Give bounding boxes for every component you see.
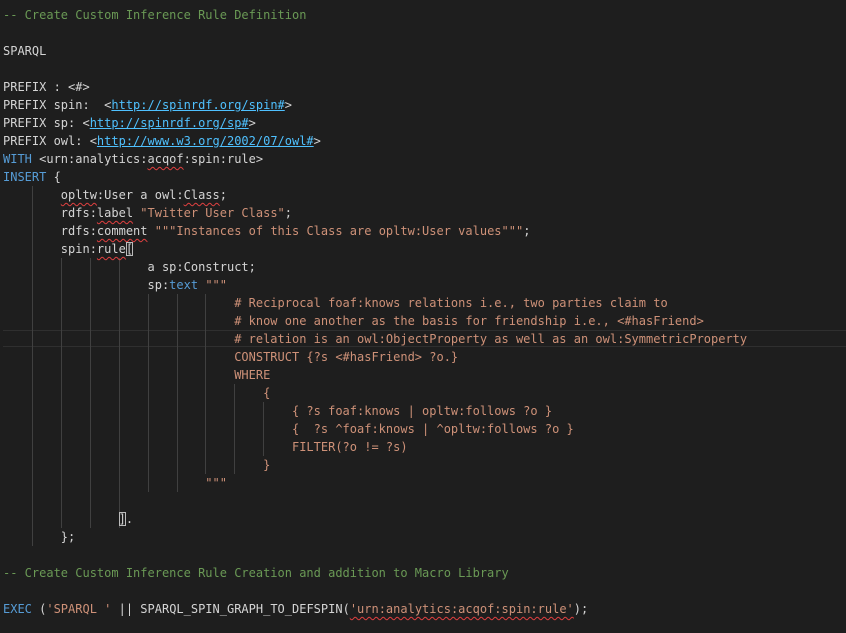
code-token: INSERT — [3, 170, 47, 184]
code-link[interactable]: http://spinrdf.org/sp# — [90, 116, 249, 130]
code-token: # Reciprocal foaf:knows relations i.e., … — [3, 296, 668, 310]
code-token: """ — [3, 476, 227, 490]
code-token: acqof — [147, 152, 184, 166]
code-token: PREFIX owl: < — [3, 134, 97, 148]
code-line: rdfs:label "Twitter User Class"; — [3, 204, 846, 222]
code-line: } — [3, 456, 846, 474]
code-token: ); — [573, 602, 589, 616]
code-token: # know one another as the basis for frie… — [3, 314, 704, 328]
code-token: :User a owl: — [96, 188, 184, 202]
code-line: # know one another as the basis for frie… — [3, 312, 846, 330]
code-token: label — [96, 206, 134, 220]
code-token: . — [125, 512, 134, 526]
code-token: 'urn:analytics:acqof:spin:rule' — [349, 602, 574, 616]
code-token: ; — [523, 224, 531, 238]
code-token: || SPARQL_SPIN_GRAPH_TO_DEFSPIN( — [111, 602, 350, 616]
code-line: CONSTRUCT {?s <#hasFriend> ?o.} — [3, 348, 846, 366]
code-token: { — [3, 386, 271, 400]
code-line: ]. — [3, 510, 846, 528]
code-token: SPARQL — [3, 44, 47, 58]
code-token: WITH — [3, 152, 32, 166]
code-token: > — [248, 116, 256, 130]
code-link[interactable]: http://www.w3.org/2002/07/owl# — [97, 134, 314, 148]
code-token: { ?s ^foaf:knows | ^opltw:follows ?o } — [3, 422, 574, 436]
code-token: }; — [3, 530, 76, 544]
code-token: rule — [96, 242, 126, 256]
code-token: sp: — [3, 278, 170, 292]
code-line: { ?s ^foaf:knows | ^opltw:follows ?o } — [3, 420, 846, 438]
code-token: EXEC — [3, 602, 32, 616]
code-token: ( — [31, 602, 47, 616]
code-token: opltw — [60, 188, 97, 202]
code-token: text — [169, 278, 199, 292]
code-token: [ — [125, 242, 134, 256]
code-token: -- Create Custom Inference Rule Definiti… — [3, 8, 307, 22]
code-token: ; — [219, 188, 227, 202]
code-token: """ — [205, 278, 227, 292]
code-token: # relation is an owl:ObjectProperty as w… — [3, 332, 748, 346]
code-token: spin: — [3, 242, 97, 256]
code-token: { — [46, 170, 61, 184]
code-line: a sp:Construct; — [3, 258, 846, 276]
code-line: rdfs:comment """Instances of this Class … — [3, 222, 846, 240]
code-line: sp:text """ — [3, 276, 846, 294]
code-token: rdfs: — [3, 224, 97, 238]
code-line: PREFIX spin: <http://spinrdf.org/spin#> — [3, 96, 846, 114]
code-line: opltw:User a owl:Class; — [3, 186, 846, 204]
code-line: SPARQL — [3, 42, 846, 60]
code-token: :spin:rule> — [183, 152, 264, 166]
code-line: WITH <urn:analytics:acqof:spin:rule> — [3, 150, 846, 168]
code-line: -- Create Custom Inference Rule Definiti… — [3, 6, 846, 24]
code-line: }; — [3, 528, 846, 546]
code-token: CONSTRUCT {?s <#hasFriend> ?o.} — [3, 350, 459, 364]
code-token: PREFIX sp: < — [3, 116, 90, 130]
code-token: ; — [284, 206, 293, 220]
code-line: EXEC ('SPARQL ' || SPARQL_SPIN_GRAPH_TO_… — [3, 600, 846, 618]
code-line: WHERE — [3, 366, 846, 384]
code-token: 'SPARQL ' — [46, 602, 112, 616]
code-line: { — [3, 384, 846, 402]
code-token: comment — [96, 224, 148, 238]
code-line: spin:rule[ — [3, 240, 846, 258]
code-line: -- Create Custom Inference Rule Creation… — [3, 564, 846, 582]
code-token: FILTER(?o != ?s) — [3, 440, 408, 454]
code-token: """Instances of this Class are opltw:Use… — [154, 224, 524, 238]
code-line: INSERT { — [3, 168, 846, 186]
code-line: # relation is an owl:ObjectProperty as w… — [3, 330, 846, 348]
code-token: -- Create Custom Inference Rule Creation… — [3, 566, 509, 580]
code-token: a sp:Construct; — [3, 260, 256, 274]
code-line: # Reciprocal foaf:knows relations i.e., … — [3, 294, 846, 312]
code-token: > — [284, 98, 292, 112]
code-token: ] — [118, 512, 126, 526]
code-token: PREFIX spin: < — [3, 98, 112, 112]
code-line: FILTER(?o != ?s) — [3, 438, 846, 456]
code-line: { ?s foaf:knows | opltw:follows ?o } — [3, 402, 846, 420]
code-token: "Twitter User Class" — [140, 206, 285, 220]
code-token: rdfs: — [3, 206, 97, 220]
code-line: PREFIX owl: <http://www.w3.org/2002/07/o… — [3, 132, 846, 150]
code-token: > — [313, 134, 321, 148]
code-token: Class — [183, 188, 220, 202]
code-link[interactable]: http://spinrdf.org/spin# — [111, 98, 284, 112]
code-token: <urn:analytics: — [31, 152, 148, 166]
code-editor[interactable]: -- Create Custom Inference Rule Definiti… — [0, 0, 846, 633]
code-token: PREFIX : <#> — [3, 80, 90, 94]
code-token: WHERE — [3, 368, 271, 382]
code-line: PREFIX sp: <http://spinrdf.org/sp#> — [3, 114, 846, 132]
code-line: PREFIX : <#> — [3, 78, 846, 96]
code-line: """ — [3, 474, 846, 492]
code-token: } — [3, 458, 271, 472]
code-token: { ?s foaf:knows | opltw:follows ?o } — [3, 404, 553, 418]
